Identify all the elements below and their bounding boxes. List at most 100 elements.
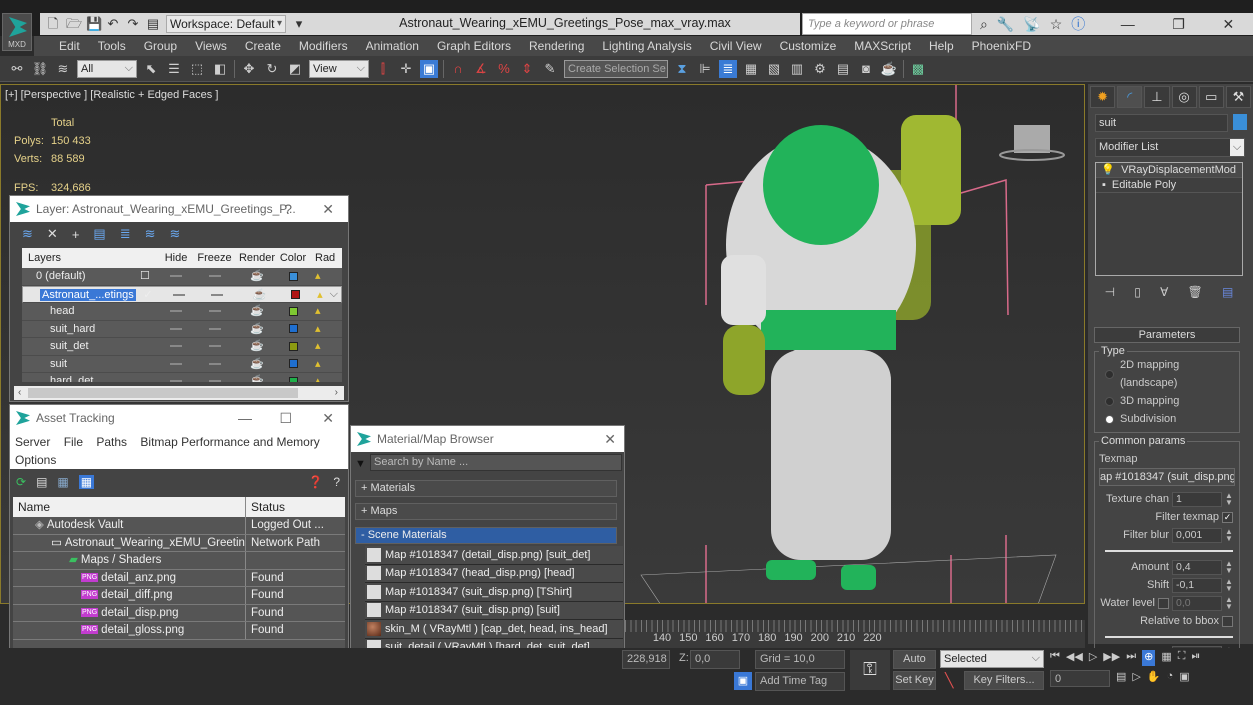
asset-row[interactable]: PNG detail_anz.png Found (13, 569, 345, 587)
asset-menu-server[interactable]: Server (15, 435, 50, 449)
refresh-icon[interactable]: ⟳ (16, 475, 26, 489)
fov-icon[interactable]: ▷ (1132, 670, 1140, 690)
menu-help[interactable]: Help (920, 36, 963, 56)
menu-graph-editors[interactable]: Graph Editors (428, 36, 520, 56)
render-production-icon[interactable]: ☕ (880, 60, 898, 78)
col-render[interactable]: Render (237, 248, 277, 268)
layer-color-swatch[interactable] (290, 290, 300, 300)
group-scene-materials[interactable]: - Scene Materials (355, 527, 617, 544)
create-tab-icon[interactable]: ✹ (1090, 86, 1116, 108)
asset-dialog-titlebar[interactable]: Asset Tracking — ☐ ✕ (10, 405, 348, 431)
menu-create[interactable]: Create (236, 36, 290, 56)
render-teapot-icon[interactable]: ☕ (237, 303, 277, 320)
help-search-input[interactable]: Type a keyword or phrase (802, 13, 972, 35)
col-color[interactable]: Color (277, 248, 309, 268)
phoenix-icon[interactable]: ▩ (909, 60, 927, 78)
freeze-layers-icon[interactable]: ≋ (170, 226, 181, 242)
freeze-toggle[interactable] (208, 362, 221, 365)
layer-name[interactable]: suit_det (50, 340, 89, 352)
next-frame-icon[interactable]: ▶▶ (1103, 650, 1120, 666)
remove-modifier-icon[interactable]: 🗑 (1188, 285, 1203, 301)
window-crossing-icon[interactable]: ◧ (211, 60, 229, 78)
radiosity-icon[interactable]: ▴ (309, 268, 339, 285)
col-status[interactable]: Status (246, 497, 326, 517)
pin-stack-icon[interactable]: ⊣ (1105, 285, 1115, 301)
col-name[interactable]: Name (13, 497, 246, 517)
water-level-checkbox[interactable] (1158, 597, 1169, 609)
set-key-button[interactable]: Set Key (893, 671, 936, 690)
orbit-icon[interactable]: ◔ (1167, 670, 1174, 690)
layer-row[interactable]: hard_det ☕ ▴ (22, 373, 342, 382)
x-coordinate-field[interactable]: 228,918 (622, 650, 670, 669)
radio-subdivision[interactable]: Subdivision (1105, 410, 1239, 428)
bind-space-warp-icon[interactable]: ≋ (54, 60, 72, 78)
layer-name[interactable]: suit_hard (50, 323, 95, 335)
render-setup-icon[interactable]: ▤ (834, 60, 852, 78)
hide-toggle[interactable] (170, 380, 182, 382)
undo-icon[interactable]: ↶ (106, 17, 120, 31)
material-list-item[interactable]: Map #1018347 (suit_disp.png) [suit] (365, 601, 623, 620)
pan-icon[interactable]: ✋ (1147, 670, 1161, 690)
layer-color-swatch[interactable] (288, 324, 298, 334)
col-radiosity[interactable]: Rad (309, 248, 339, 268)
material-list-item[interactable]: Map #1018347 (suit_disp.png) [TShirt] (365, 583, 623, 602)
render-teapot-icon[interactable]: ☕ (240, 287, 280, 303)
radiosity-icon[interactable]: ▴ (309, 303, 339, 320)
layer-horizontal-scrollbar[interactable]: ‹ › (14, 386, 344, 400)
render-teapot-icon[interactable]: ☕ (237, 373, 277, 382)
link-icon[interactable]: ⚯ (8, 60, 26, 78)
radio-2d-mapping[interactable]: 2D mapping (landscape) (1105, 356, 1239, 392)
asset-row[interactable]: ▭ Astronaut_Wearing_xEMU_Greeting... Netwo… (13, 534, 345, 552)
spinner-arrows-icon[interactable]: ▲▼ (1225, 596, 1233, 611)
layer-row[interactable]: suit_hard ☕ ▴ (22, 321, 342, 338)
menu-maxscript[interactable]: MAXScript (845, 36, 920, 56)
scene-explorer-icon[interactable]: ▦ (742, 60, 760, 78)
asset-row[interactable]: ▰ Maps / Shaders (13, 552, 345, 570)
set-current-layer-icon[interactable]: ≣ (120, 226, 131, 242)
asset-row[interactable]: PNG detail_diff.png Found (13, 587, 345, 605)
close-icon[interactable]: ✕ (604, 426, 616, 452)
texture-chan-spinner[interactable]: 1 (1172, 491, 1222, 507)
edit-named-selection-icon[interactable]: ✎ (541, 60, 559, 78)
current-layer-toggle[interactable] (140, 303, 160, 320)
close-button[interactable]: ✕ (322, 196, 334, 222)
key-mode-icon[interactable]: ⚿ (850, 650, 890, 690)
radiosity-icon[interactable]: ▴ (309, 338, 339, 355)
go-to-end-icon[interactable]: ⏭ (1126, 650, 1136, 666)
layer-color-swatch[interactable] (288, 376, 298, 382)
object-color-swatch[interactable] (1233, 114, 1247, 130)
current-layer-toggle[interactable] (140, 356, 160, 373)
select-object-icon[interactable]: ⬉ (142, 60, 160, 78)
selection-filter-select[interactable]: All (77, 59, 137, 78)
hide-toggle[interactable] (170, 327, 182, 330)
save-icon[interactable]: 💾 (86, 17, 102, 31)
hide-toggle[interactable] (170, 362, 182, 365)
open-file-icon[interactable]: 🗁 (66, 17, 82, 31)
hide-toggle[interactable] (170, 275, 182, 278)
menu-phoenixfd[interactable]: PhoenixFD (963, 36, 1040, 56)
freeze-toggle[interactable] (208, 327, 221, 330)
freeze-toggle[interactable] (208, 380, 221, 382)
layer-row[interactable]: suit ☕ ▴ (22, 356, 342, 373)
mirror-icon[interactable]: ⧗ (673, 60, 691, 78)
track-bar[interactable]: 140 150 160 170 180 190 200 210 220 (625, 620, 1085, 648)
render-teapot-icon[interactable]: ☕ (237, 338, 277, 355)
display-tab-icon[interactable]: ▭ (1198, 86, 1224, 108)
expand-icon[interactable]: ▪ (1102, 178, 1106, 192)
auto-key-button[interactable]: Auto Key (893, 650, 936, 682)
key-mode-toggle-icon[interactable]: ⏯ (1191, 650, 1200, 666)
render-teapot-icon[interactable]: ☕ (237, 321, 277, 338)
maximize-viewport-icon[interactable]: ⛶ (1178, 650, 1186, 666)
list-view-icon[interactable]: ▤ (36, 475, 47, 489)
app-menu-button[interactable]: MXD (2, 13, 32, 51)
group-materials[interactable]: + Materials (355, 480, 617, 497)
current-layer-toggle[interactable]: ☐ (140, 268, 160, 285)
show-end-result-icon[interactable]: ▯ (1134, 285, 1141, 301)
hide-layers-icon[interactable]: ≋ (145, 226, 156, 242)
minimize-icon[interactable]: — (1121, 16, 1135, 32)
menu-edit[interactable]: Edit (50, 36, 89, 56)
material-list-item[interactable]: Map #1018347 (head_disp.png) [head] (365, 564, 623, 583)
col-hide[interactable]: Hide (160, 248, 192, 268)
percent-snap-icon[interactable]: % (495, 60, 513, 78)
named-selection-select[interactable]: Create Selection Se (564, 59, 668, 78)
